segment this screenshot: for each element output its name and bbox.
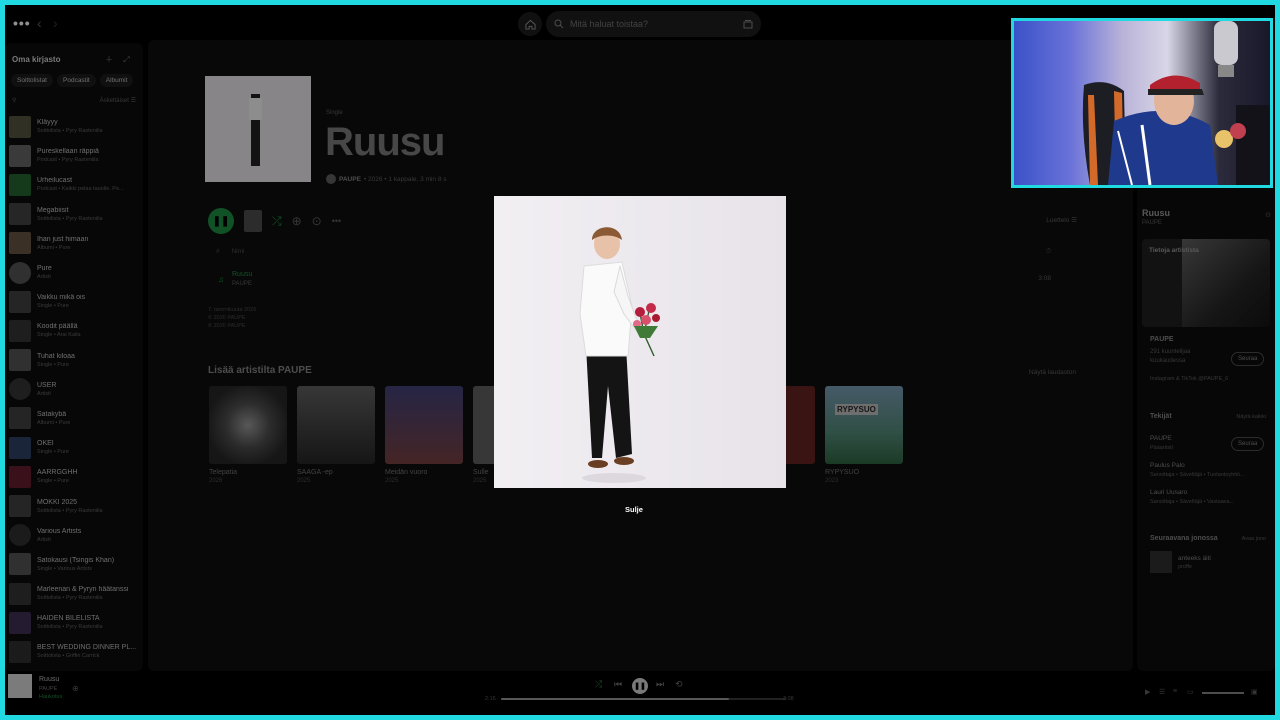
app-window: ••• ‹ › Mitä haluat toistaa? Oma kirjast… [5,5,1275,715]
cover-art-illustration [494,196,786,488]
webcam-overlay [1011,18,1273,188]
close-button[interactable]: Sulje [625,505,643,514]
webcam-feed [1082,21,1270,185]
cover-art-large [494,196,786,488]
